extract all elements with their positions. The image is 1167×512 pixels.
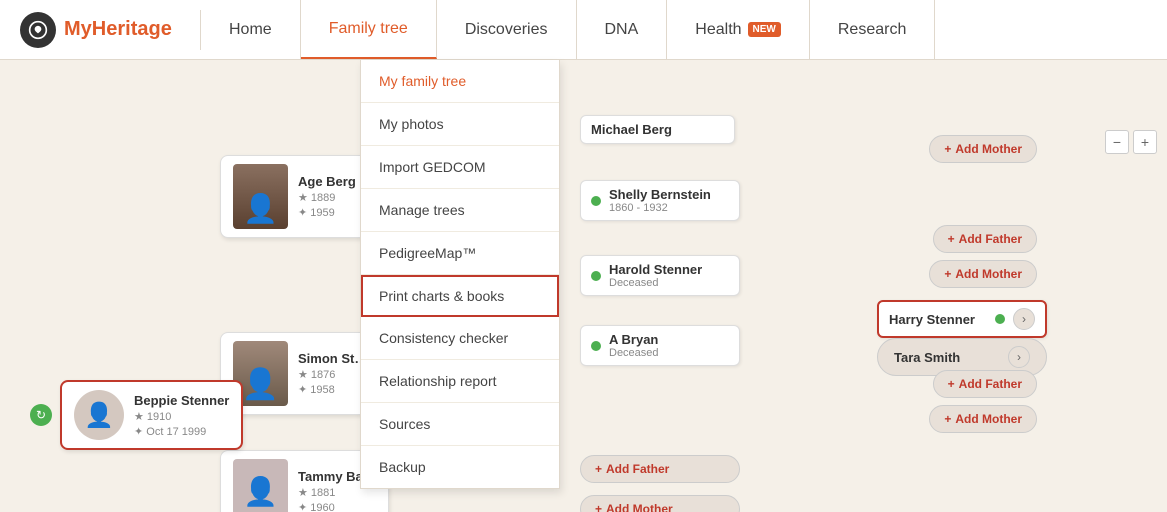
beppie-card[interactable]: 👤 Beppie Stenner ★ 1910 ✦ Oct 17 1999: [60, 380, 243, 450]
harold-stenner-node: Harold Stenner Deceased: [580, 255, 740, 296]
tara-arrow[interactable]: ›: [1008, 346, 1030, 368]
bryan-dot: [591, 341, 601, 351]
health-badge: NEW: [748, 22, 781, 37]
a-bryan-node: A Bryan Deceased: [580, 325, 740, 366]
nav-item-discoveries[interactable]: Discoveries: [437, 0, 577, 59]
dropdown-item-pedigree-map[interactable]: PedigreeMap™: [361, 232, 559, 275]
logo-text: MyHeritage: [64, 18, 172, 41]
tree-area: + Add Mother Michael Berg Shelly Bernste…: [0, 60, 1167, 512]
online-indicator: [591, 196, 601, 206]
dropdown-item-print-charts[interactable]: Print charts & books: [361, 275, 559, 317]
dropdown-item-sources[interactable]: Sources: [361, 403, 559, 446]
nav-item-home[interactable]: Home: [201, 0, 301, 59]
nav-item-health[interactable]: Health NEW: [667, 0, 810, 59]
beppie-photo: 👤: [74, 390, 124, 440]
age-berg-photo: 👤: [233, 164, 288, 229]
harry-dot: [995, 314, 1005, 324]
dropdown-menu: My family tree My photos Import GEDCOM M…: [360, 60, 560, 489]
nav-item-family-tree[interactable]: Family tree: [301, 0, 437, 59]
zoom-minus-btn[interactable]: −: [1105, 130, 1129, 154]
michael-berg-node: Michael Berg: [580, 115, 735, 144]
nav-item-dna[interactable]: DNA: [577, 0, 668, 59]
dropdown-item-manage-trees[interactable]: Manage trees: [361, 189, 559, 232]
zoom-plus-btn[interactable]: +: [1133, 130, 1157, 154]
simon-st-card[interactable]: 👤 Simon St… ★ 1876 ✦ 1958: [220, 332, 380, 415]
add-father-3-btn[interactable]: + Add Father: [933, 370, 1037, 398]
zoom-controls: − +: [1105, 130, 1157, 154]
add-father-bottom-btn[interactable]: + Add Father: [580, 455, 740, 483]
harold-dot: [591, 271, 601, 281]
navbar: MyHeritage Home Family tree Discoveries …: [0, 0, 1167, 60]
nav-item-research[interactable]: Research: [810, 0, 935, 59]
tammy-photo: 👤: [233, 459, 288, 512]
age-berg-card[interactable]: 👤 Age Berg ★ 1889 ✦ 1959: [220, 155, 369, 238]
add-mother-top-btn[interactable]: + Add Mother: [929, 135, 1037, 163]
add-mother-bottom-btn[interactable]: + Add Mother: [580, 495, 740, 512]
beppie-info: Beppie Stenner ★ 1910 ✦ Oct 17 1999: [134, 393, 229, 438]
dropdown-item-consistency-checker[interactable]: Consistency checker: [361, 317, 559, 360]
logo[interactable]: MyHeritage: [0, 12, 200, 48]
dropdown-item-my-photos[interactable]: My photos: [361, 103, 559, 146]
dropdown-item-backup[interactable]: Backup: [361, 446, 559, 488]
shelly-bernstein-node: Shelly Bernstein 1860 - 1932: [580, 180, 740, 221]
dropdown-item-my-family-tree[interactable]: My family tree: [361, 60, 559, 103]
beppie-refresh-icon[interactable]: ↻: [30, 404, 52, 426]
add-mother-2-btn[interactable]: + Add Mother: [929, 260, 1037, 288]
logo-icon: [20, 12, 56, 48]
add-mother-3-btn[interactable]: + Add Mother: [929, 405, 1037, 433]
simon-info: Simon St… ★ 1876 ✦ 1958: [298, 351, 367, 396]
harry-arrow[interactable]: ›: [1013, 308, 1035, 330]
dropdown-item-import-gedcom[interactable]: Import GEDCOM: [361, 146, 559, 189]
dropdown-item-relationship-report[interactable]: Relationship report: [361, 360, 559, 403]
add-father-1-btn[interactable]: + Add Father: [933, 225, 1037, 253]
nav-items: Home Family tree Discoveries DNA Health …: [201, 0, 1167, 59]
harry-stenner-node[interactable]: Harry Stenner ›: [877, 300, 1047, 338]
age-berg-info: Age Berg ★ 1889 ✦ 1959: [298, 174, 356, 219]
beppie-area: ↻ 👤 Beppie Stenner ★ 1910 ✦ Oct 17 1999: [30, 380, 243, 450]
